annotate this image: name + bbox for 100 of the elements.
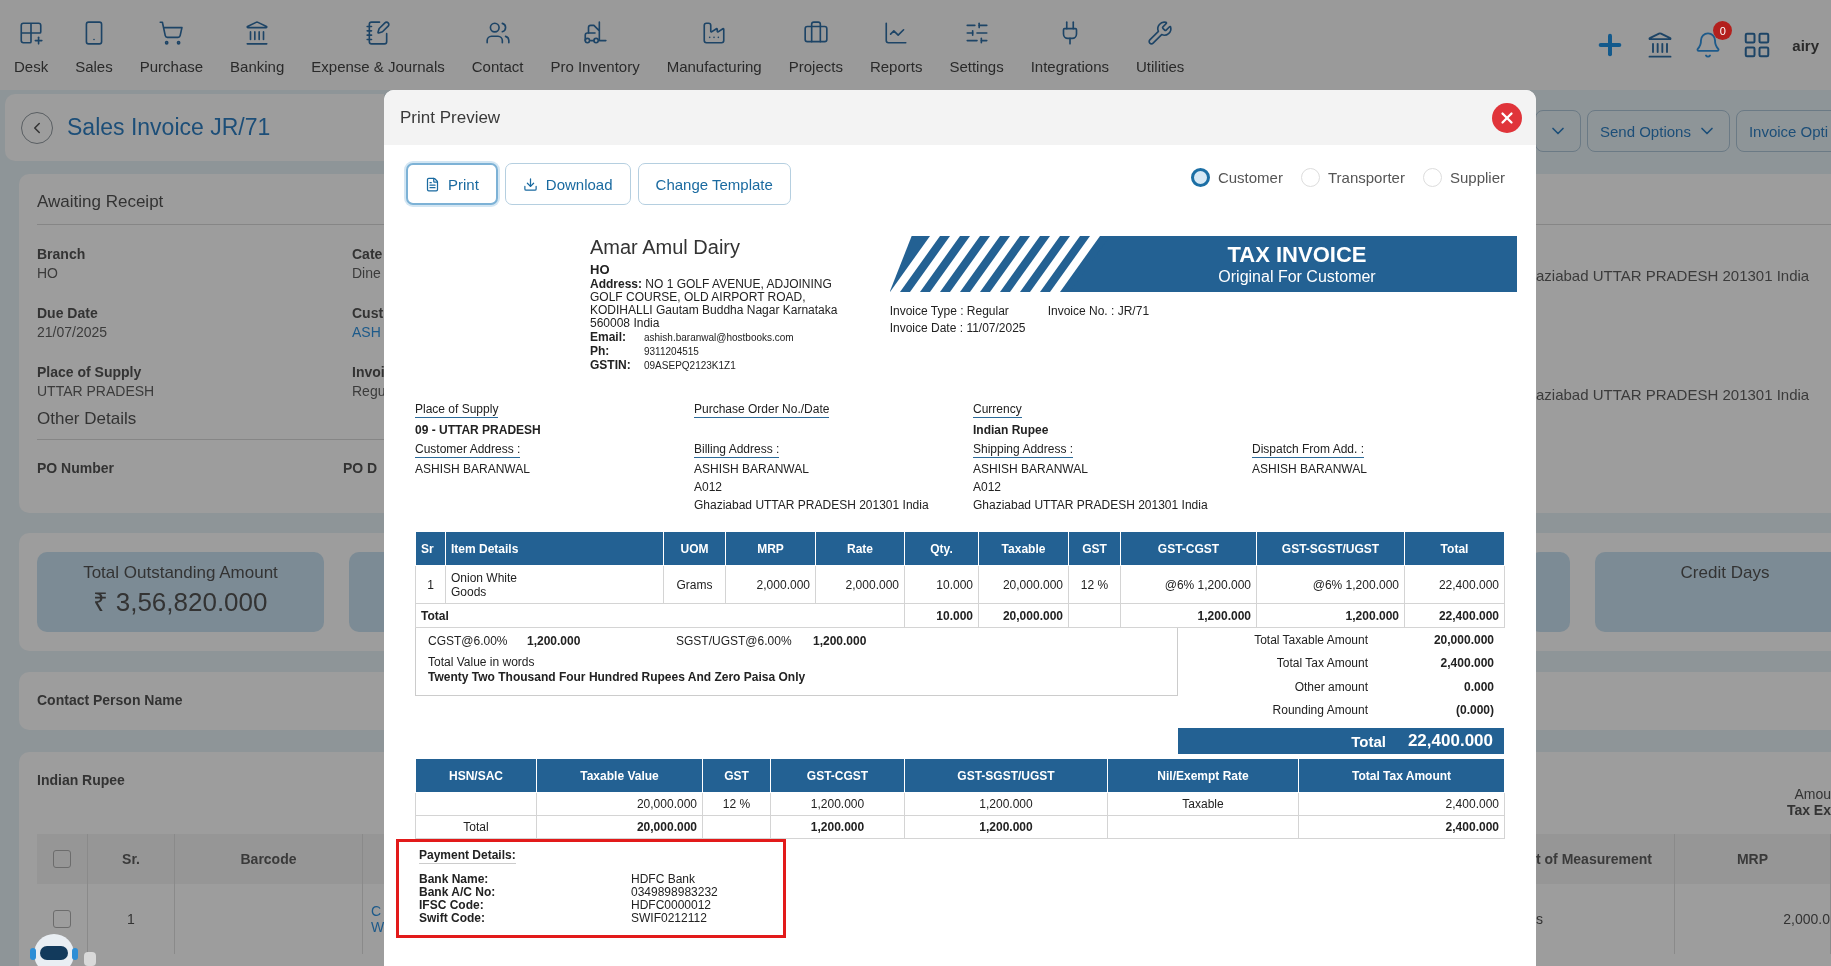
- column-header: Sr.: [88, 834, 175, 884]
- table-cell: 2,400.000: [1298, 815, 1505, 839]
- total-label: Other amount: [1293, 679, 1368, 694]
- total-value: 20,000.000: [1432, 632, 1494, 647]
- currency-label: Indian Rupee: [36, 771, 126, 788]
- action-button[interactable]: Download: [504, 163, 631, 205]
- nav-item[interactable]: Sales: [75, 15, 113, 75]
- address-line: Ghaziabad UTTAR PRADESH 201301 India: [973, 499, 1208, 512]
- table-cell: 22,400.000: [1404, 565, 1505, 604]
- total-value: 2,400.000: [1439, 656, 1494, 671]
- address-line: A012: [694, 481, 723, 494]
- info-label: Currency: [973, 402, 1022, 418]
- notebook-icon: [365, 19, 391, 46]
- copy-option[interactable]: Customer: [1190, 168, 1283, 187]
- address-line: aziabad UTTAR PRADESH 201301 India: [1536, 267, 1811, 284]
- address-label: Customer Address :: [415, 442, 521, 458]
- column-header: Item Details: [445, 531, 664, 566]
- field-label: Contact Person Name: [36, 691, 184, 708]
- table-cell: 12 %: [702, 792, 771, 816]
- nav-item[interactable]: Pro Inventory: [550, 15, 640, 75]
- copy-option[interactable]: Supplier: [1422, 168, 1505, 187]
- user-name[interactable]: airy: [1792, 36, 1819, 54]
- nav-item[interactable]: Contact: [471, 15, 524, 75]
- amount-label: Amou: [1794, 786, 1831, 802]
- amount-label: Tax Ex: [1786, 802, 1831, 818]
- item-link[interactable]: W: [371, 919, 384, 935]
- card-value: ₹ 3,56,820.000: [93, 586, 268, 619]
- table-cell: 10.000: [904, 565, 979, 604]
- invoice-meta: Invoice Date : 11/07/2025: [889, 321, 1027, 335]
- address-line: A012: [973, 481, 1002, 494]
- column-header: GST: [702, 758, 771, 793]
- field-label: PO D: [343, 460, 379, 476]
- total-label: Total Tax Amount: [1275, 656, 1368, 671]
- payment-label: Bank Name:: [419, 873, 490, 886]
- nav-item[interactable]: Utilities: [1136, 15, 1185, 75]
- address-line: aziabad UTTAR PRADESH 201301 India: [1536, 386, 1811, 403]
- download-icon: [522, 176, 538, 192]
- section-title: Other Details: [37, 409, 384, 440]
- nav-item[interactable]: Desk: [14, 15, 49, 75]
- column-header: HSN/SAC: [415, 758, 537, 793]
- invoice-meta: Invoice Type : Regular: [889, 304, 1010, 318]
- radio-button[interactable]: [1190, 168, 1210, 187]
- item-link[interactable]: C: [371, 903, 382, 919]
- info-value: Indian Rupee: [973, 423, 1049, 437]
- address-label: Shipping Address :: [973, 442, 1074, 458]
- banner-title: TAX INVOICE: [1227, 242, 1367, 268]
- address-line: ASHISH BARANWAL: [973, 463, 1088, 476]
- notification-badge: 0: [1713, 21, 1733, 40]
- checkbox[interactable]: [53, 910, 71, 928]
- table-cell: 20,000.000: [978, 603, 1069, 628]
- column-header: GST-CGST: [1120, 531, 1257, 566]
- header-button[interactable]: Invoice Opti: [1735, 110, 1831, 152]
- field-value: HO: [37, 265, 59, 281]
- payment-title: Payment Details:: [419, 848, 516, 864]
- contact-value: ashish.baranwal@hostbooks.com: [644, 332, 795, 343]
- close-button[interactable]: [1492, 102, 1522, 133]
- nav-item[interactable]: Purchase: [139, 15, 204, 75]
- item-cell: Onion White Goods: [445, 565, 664, 604]
- document-icon: [425, 176, 440, 192]
- branch-name: HO: [590, 262, 611, 277]
- company-address: Address: NO 1 GOLF AVENUE, ADJOINING GOLF COURSE, OLD AIRPORT ROAD, KODIHALLI Gautam Buddha Nagar Karnataka 560008 India: [590, 278, 839, 330]
- column-header: Total Tax Amount: [1298, 758, 1505, 793]
- table-cell: 2,000.000: [725, 565, 816, 604]
- words-label: Total Value in words: [428, 655, 536, 669]
- nav-item[interactable]: Integrations: [1030, 15, 1110, 75]
- header-button[interactable]: Send Options: [1587, 110, 1730, 152]
- contact-label: Ph:: [590, 344, 611, 358]
- nav-item[interactable]: Manufacturing: [666, 15, 762, 75]
- column-header: UOM: [663, 531, 726, 566]
- nav-item[interactable]: Expense & Journals: [311, 15, 445, 75]
- nav-item[interactable]: Settings: [949, 15, 1004, 75]
- table-cell: @6% 1,200.000: [1256, 565, 1405, 604]
- checkbox[interactable]: [53, 850, 71, 868]
- column-header: t of Measurement: [1536, 834, 1675, 884]
- copy-option[interactable]: Transporter: [1300, 168, 1405, 187]
- field-value: UTTAR PRADESH: [37, 383, 156, 399]
- nav-item[interactable]: Reports: [869, 15, 923, 75]
- dialog-title: Print Preview: [400, 107, 501, 128]
- tax-value: 1,200.000: [813, 634, 868, 648]
- column-header: GST-SGST/UGST: [1256, 531, 1405, 566]
- action-button[interactable]: Change Template: [637, 163, 791, 205]
- contact-value: 9311204515: [644, 346, 700, 357]
- factory-icon: [701, 19, 728, 46]
- column-header: Nil/Exempt Rate: [1107, 758, 1299, 793]
- column-header: Barcode: [175, 834, 363, 884]
- action-button[interactable]: Print: [406, 163, 498, 205]
- info-label: Purchase Order No./Date: [694, 402, 830, 418]
- info-label: Place of Supply: [415, 402, 499, 418]
- payment-value: HDFC0000012: [631, 899, 713, 912]
- nav-item[interactable]: Banking: [230, 15, 285, 75]
- nav-item[interactable]: Projects: [788, 15, 843, 75]
- payment-value: HDFC Bank: [631, 873, 696, 886]
- table-cell: Total: [415, 815, 537, 839]
- grid-plus-icon: [18, 19, 45, 46]
- table-cell: 22,400.000: [1404, 603, 1505, 628]
- field-link[interactable]: ASH: [352, 324, 384, 340]
- address-line: ASHISH BARANWAL: [1252, 463, 1367, 476]
- table-cell: Total: [415, 603, 905, 628]
- column-header: Sr: [415, 531, 446, 566]
- column-header: Qty.: [904, 531, 979, 566]
